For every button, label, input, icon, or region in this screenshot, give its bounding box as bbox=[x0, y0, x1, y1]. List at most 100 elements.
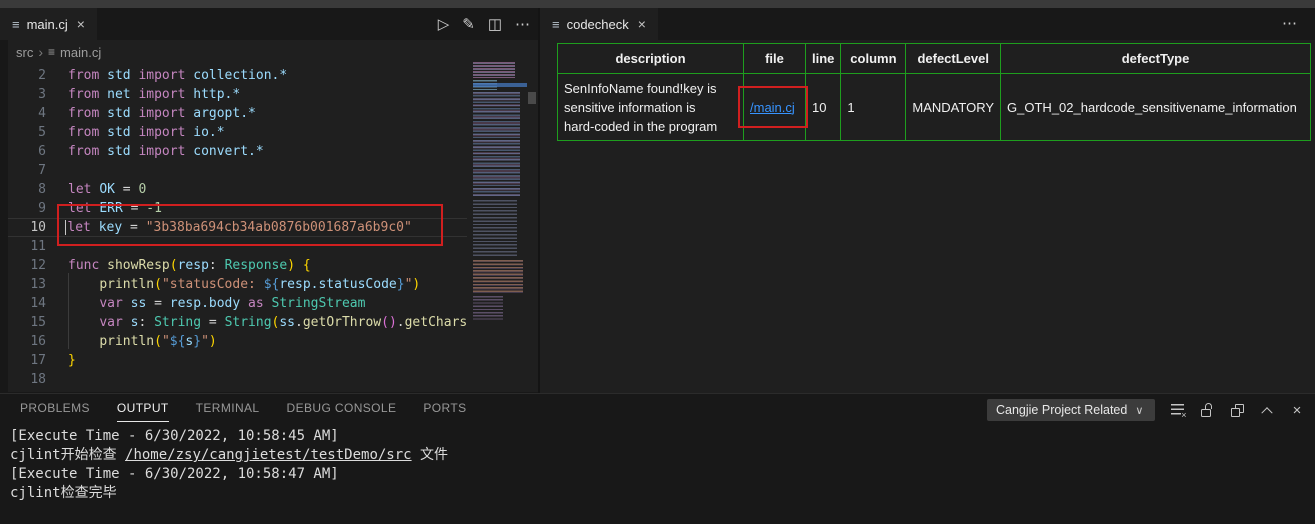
code-line-6[interactable]: 6from std import convert.* bbox=[8, 142, 467, 161]
more-actions-icon[interactable]: ⋯ bbox=[1282, 14, 1297, 32]
code-token: ss bbox=[279, 315, 295, 330]
line-text: from std import convert.* bbox=[46, 142, 467, 161]
panel-tab-debug-console[interactable]: DEBUG CONSOLE bbox=[287, 401, 397, 422]
breadcrumb-folder[interactable]: src bbox=[16, 45, 33, 60]
tab-label: codecheck bbox=[567, 17, 629, 32]
file-list-icon: ≡ bbox=[48, 45, 55, 59]
chevron-down-icon: ∨ bbox=[1135, 404, 1143, 417]
maximize-panel-icon[interactable] bbox=[1259, 402, 1275, 418]
output-line: cjlint开始检查 bbox=[10, 447, 125, 463]
minimap[interactable] bbox=[473, 60, 527, 390]
breadcrumb[interactable]: src › ≡ main.cj bbox=[8, 40, 538, 64]
code-token: . bbox=[397, 315, 405, 330]
code-token: http.* bbox=[193, 87, 240, 102]
more-actions-icon[interactable]: ⋯ bbox=[515, 15, 530, 33]
minimap-lines bbox=[473, 260, 523, 294]
code-line-4[interactable]: 4from std import argopt.* bbox=[8, 104, 467, 123]
code-token: "3b38ba694cb34ab0876b001687a6b9c0" bbox=[146, 220, 412, 235]
line-number: 6 bbox=[8, 142, 46, 161]
code-token: OK bbox=[99, 182, 122, 197]
code-token: resp.statusCode bbox=[279, 277, 396, 292]
close-tab-icon[interactable]: × bbox=[636, 16, 648, 32]
line-text: var s: String = String(ss.getOrThrow().g… bbox=[46, 313, 467, 332]
line-text: from std import io.* bbox=[46, 123, 467, 142]
panel-tab-output[interactable]: OUTPUT bbox=[117, 401, 169, 422]
code-token: argopt.* bbox=[193, 106, 256, 121]
cell-defectType: G_OTH_02_hardcode_sensitivename_informat… bbox=[1001, 74, 1311, 141]
code-token bbox=[68, 334, 99, 349]
breadcrumb-file[interactable]: main.cj bbox=[60, 45, 101, 60]
file-list-icon: ≡ bbox=[552, 17, 560, 32]
editor-tab-bar: ≡ main.cj × ▷ ✎ ◫ ⋯ bbox=[0, 8, 538, 40]
file-list-icon: ≡ bbox=[12, 17, 20, 32]
code-token: from bbox=[68, 87, 107, 102]
close-panel-icon[interactable]: × bbox=[1289, 402, 1305, 418]
file-link[interactable]: /main.cj bbox=[750, 100, 795, 115]
code-token: net bbox=[107, 87, 138, 102]
cell-defectLevel: MANDATORY bbox=[906, 74, 1001, 141]
code-token: getOrThrow bbox=[303, 315, 381, 330]
run-icon[interactable]: ▷ bbox=[438, 15, 450, 33]
code-line-7[interactable]: 7 bbox=[8, 161, 467, 180]
code-token: from bbox=[68, 68, 107, 83]
col-description: description bbox=[558, 44, 744, 74]
code-line-11[interactable]: 11 bbox=[8, 237, 467, 256]
code-line-17[interactable]: 17} bbox=[8, 351, 467, 370]
tab-main-cj[interactable]: ≡ main.cj × bbox=[0, 8, 97, 40]
code-line-8[interactable]: 8let OK = 0 bbox=[8, 180, 467, 199]
code-token: from bbox=[68, 144, 107, 159]
line-text: } bbox=[46, 351, 467, 370]
code-token: as bbox=[248, 296, 271, 311]
col-defectLevel: defectLevel bbox=[906, 44, 1001, 74]
right-tab-bar: ≡ codecheck × ⋯ bbox=[540, 8, 1315, 40]
line-number: 16 bbox=[8, 332, 46, 351]
code-token: import bbox=[138, 144, 193, 159]
editor-scrollbar-thumb[interactable] bbox=[528, 92, 536, 104]
code-token bbox=[295, 258, 303, 273]
tab-codecheck[interactable]: ≡ codecheck × bbox=[540, 8, 658, 40]
code-line-13[interactable]: 13 println("statusCode: ${resp.statusCod… bbox=[8, 275, 467, 294]
close-tab-icon[interactable]: × bbox=[75, 16, 87, 32]
output-channel-dropdown[interactable]: Cangjie Project Related ∨ bbox=[987, 399, 1155, 421]
code-line-15[interactable]: 15 var s: String = String(ss.getOrThrow(… bbox=[8, 313, 467, 332]
line-text: let ERR = -1 bbox=[46, 199, 467, 218]
code-token: from bbox=[68, 106, 107, 121]
col-file: file bbox=[744, 44, 806, 74]
code-token: ${ bbox=[170, 334, 186, 349]
clear-output-icon[interactable]: × bbox=[1169, 402, 1185, 418]
code-line-10[interactable]: 10let key = "3b38ba694cb34ab0876b001687a… bbox=[8, 218, 467, 237]
line-number: 10 bbox=[8, 218, 46, 237]
code-line-18[interactable]: 18 bbox=[8, 370, 467, 389]
code-line-16[interactable]: 16 println("${s}") bbox=[8, 332, 467, 351]
line-number: 11 bbox=[8, 237, 46, 256]
code-token: ( bbox=[154, 277, 162, 292]
code-token: func bbox=[68, 258, 107, 273]
output-path-link[interactable]: /home/zsy/cangjietest/testDemo/src bbox=[125, 447, 412, 463]
panel-tab-ports[interactable]: PORTS bbox=[423, 401, 466, 422]
tab-label: main.cj bbox=[27, 17, 68, 32]
panel-tab-problems[interactable]: PROBLEMS bbox=[20, 401, 90, 422]
line-text: println("statusCode: ${resp.statusCode}"… bbox=[46, 275, 467, 294]
panel-tab-terminal[interactable]: TERMINAL bbox=[196, 401, 260, 422]
minimap-current-line-highlight bbox=[473, 83, 527, 87]
edit-icon[interactable]: ✎ bbox=[462, 15, 475, 33]
col-column: column bbox=[841, 44, 906, 74]
code-token: = bbox=[209, 315, 225, 330]
unlock-icon[interactable] bbox=[1199, 402, 1215, 418]
code-line-12[interactable]: 12func showResp(resp: Response) { bbox=[8, 256, 467, 275]
code-token: import bbox=[138, 68, 193, 83]
code-token: ) bbox=[209, 334, 217, 349]
code-token: ) bbox=[412, 277, 420, 292]
open-in-editor-icon[interactable] bbox=[1229, 402, 1245, 418]
code-line-5[interactable]: 5from std import io.* bbox=[8, 123, 467, 142]
minimap-lines bbox=[473, 92, 520, 196]
code-line-9[interactable]: 9let ERR = -1 bbox=[8, 199, 467, 218]
code-token: "statusCode: bbox=[162, 277, 264, 292]
code-token: : bbox=[209, 258, 225, 273]
table-row: SenInfoName found!key is sensitive infor… bbox=[558, 74, 1311, 141]
code-line-3[interactable]: 3from net import http.* bbox=[8, 85, 467, 104]
code-line-14[interactable]: 14 var ss = resp.body as StringStream bbox=[8, 294, 467, 313]
code-line-2[interactable]: 2from std import collection.* bbox=[8, 66, 467, 85]
split-editor-icon[interactable]: ◫ bbox=[488, 15, 502, 33]
code-token: std bbox=[107, 68, 138, 83]
